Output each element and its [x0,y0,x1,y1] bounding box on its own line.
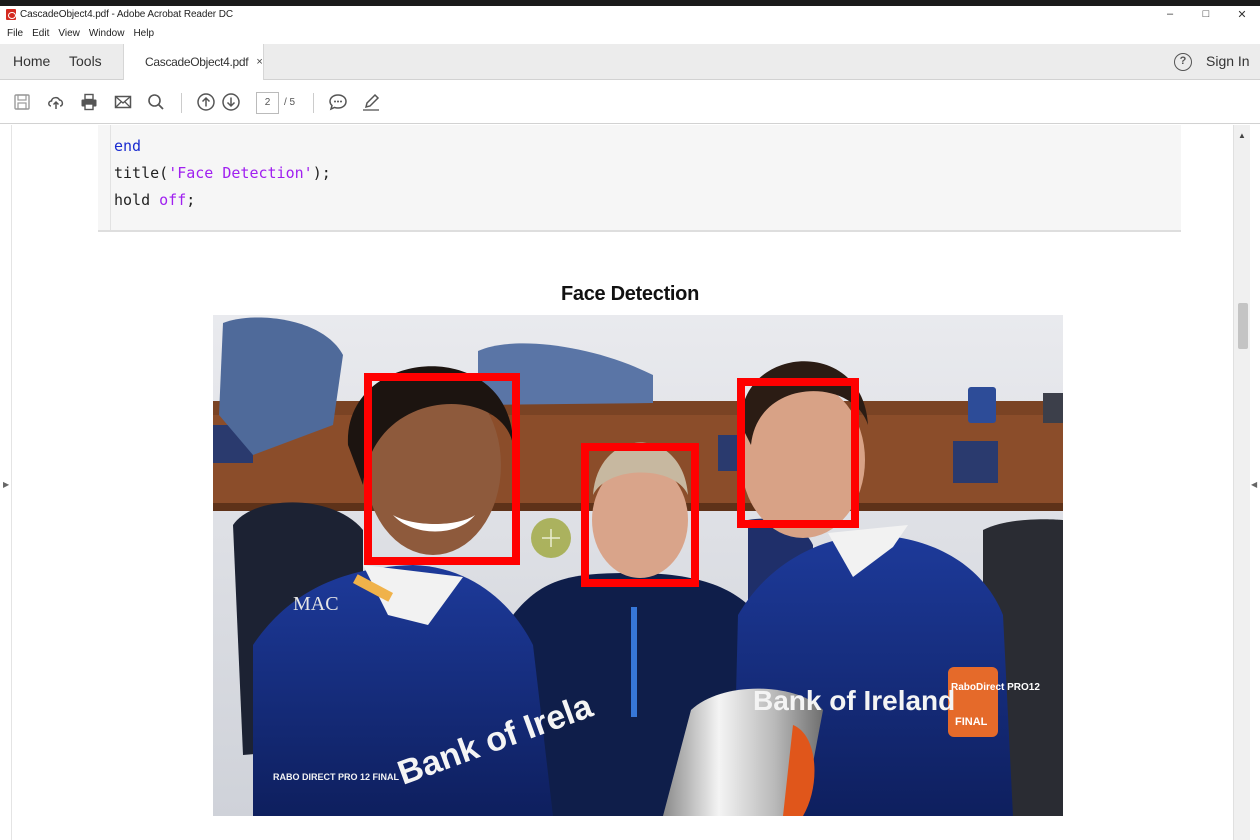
tab-document[interactable]: CascadeObject4.pdf × [123,44,264,80]
code-block: end title('Face Detection'); hold off; [98,125,1181,232]
print-icon[interactable] [78,91,100,113]
close-tab-icon[interactable]: × [256,56,262,68]
scroll-up-icon[interactable]: ▲ [1238,131,1246,140]
email-icon[interactable] [112,91,134,113]
document-viewport[interactable]: ▶ end title('Face Detection'); hold off;… [0,125,1260,840]
tab-tools[interactable]: Tools [69,44,102,80]
window-controls: – □ ✕ [1152,6,1260,22]
face-detection-figure: Bank of Irela Bank of Ireland RaboDirect… [213,315,1063,816]
code-punctuation: ; [186,191,196,209]
code-line-1: end [114,137,141,155]
code-string: 'Face Detection' [168,164,313,182]
document-tab-label: CascadeObject4.pdf [145,55,249,69]
final-text: FINAL [955,716,988,728]
minimize-button[interactable]: – [1152,6,1188,22]
figure-photo: Bank of Irela Bank of Ireland RaboDirect… [213,315,1063,816]
maximize-button[interactable]: □ [1188,6,1224,22]
code-keyword: end [114,137,142,155]
code-function: title( [114,164,169,182]
scrollbar-thumb[interactable] [1238,303,1248,349]
toolbar-separator [181,93,182,113]
page-down-icon[interactable] [220,91,242,113]
comment-icon[interactable] [327,91,349,113]
acrobat-logo-icon [6,8,16,20]
code-function: hold [114,191,160,209]
window-title: CascadeObject4.pdf - Adobe Acrobat Reade… [20,8,233,20]
expand-right-panel-icon[interactable]: ◀ [1251,480,1257,489]
save-icon[interactable] [11,91,33,113]
help-icon[interactable]: ? [1174,53,1192,71]
code-line-3: hold off; [114,191,195,209]
left-panel-handle[interactable]: ▶ [0,125,12,840]
code-line-2: title('Face Detection'); [114,164,331,182]
close-window-button[interactable]: ✕ [1224,6,1260,22]
menu-help[interactable]: Help [133,28,154,39]
menu-bar: File Edit View Window Help [0,24,163,42]
menu-file[interactable]: File [7,28,23,39]
menu-edit[interactable]: Edit [32,28,49,39]
bag-text: MAC [293,593,339,615]
page-total: / 5 [284,97,296,108]
tab-bar: Home Tools CascadeObject4.pdf × ? Sign I… [0,44,1260,80]
tab-home[interactable]: Home [13,44,50,80]
pen-icon[interactable] [360,91,382,113]
toolbar-separator [313,93,314,113]
sign-in-button[interactable]: Sign In [1206,44,1250,80]
search-icon[interactable] [145,91,167,113]
page-number-input[interactable]: 2 [256,92,279,114]
menu-view[interactable]: View [58,28,80,39]
page-up-icon[interactable] [195,91,217,113]
sleeve-text: RABO DIRECT PRO 12 FINAL [273,772,400,782]
code-listing: end title('Face Detection'); hold off; [110,125,1181,230]
menu-window[interactable]: Window [89,28,125,39]
acrobat-window: CascadeObject4.pdf - Adobe Acrobat Reade… [0,6,1260,840]
jersey-text-right: Bank of Ireland [753,685,955,716]
vertical-scrollbar[interactable]: ▲ [1233,125,1250,840]
rabodirect-text: RaboDirect PRO12 [951,682,1040,693]
title-bar: CascadeObject4.pdf - Adobe Acrobat Reade… [0,6,1260,22]
figure-title: Face Detection [560,283,700,305]
upload-cloud-icon[interactable] [45,91,67,113]
code-keyword-off: off [159,191,187,209]
toolbar: 2 / 5 [0,81,1260,124]
code-punctuation: ); [312,164,331,182]
expand-left-panel-icon[interactable]: ▶ [3,480,9,489]
